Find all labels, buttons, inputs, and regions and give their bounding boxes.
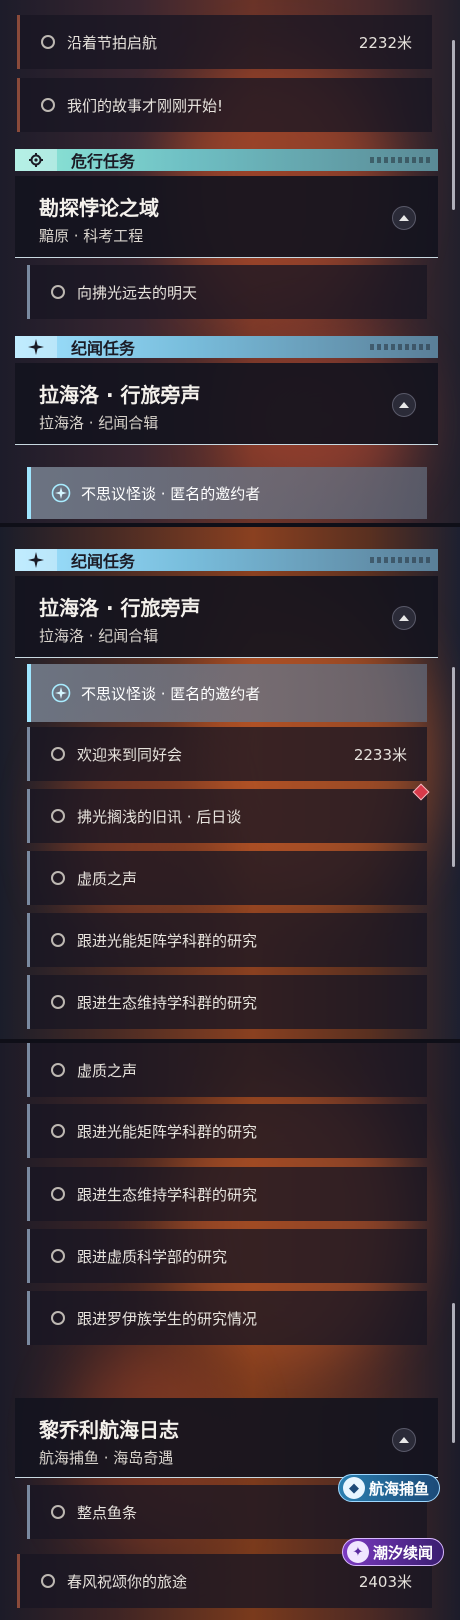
quest-step-row[interactable]: 虚质之声: [27, 851, 427, 905]
scrollbar[interactable]: [452, 1303, 455, 1443]
circle-icon: [51, 747, 65, 761]
category-label: 纪闻任务: [71, 339, 136, 358]
quest-step-label: 整点鱼条: [77, 1503, 138, 1522]
quest-step-label: 跟进生态维持学科群的研究: [77, 993, 258, 1012]
quest-step-row-active[interactable]: 不思议怪谈 · 匿名的邀约者: [27, 664, 427, 722]
quest-step-row[interactable]: 欢迎来到同好会 2233米: [27, 727, 427, 781]
quest-list-panel-1: 沿着节拍启航 2232米 我们的故事才刚刚开始! 危行任务 勘探悖论之域 黯原 …: [0, 0, 460, 523]
quest-header[interactable]: 拉海洛 · 行旅旁声 拉海洛 · 纪闻合辑: [15, 576, 438, 658]
quest-step-row[interactable]: 跟进光能矩阵学科群的研究: [27, 913, 427, 967]
quest-step-row[interactable]: 跟进罗伊族学生的研究情况: [27, 1291, 427, 1345]
decoration-stripes: [370, 157, 430, 163]
circle-icon: [51, 285, 65, 299]
collapse-icon[interactable]: [392, 606, 416, 630]
scrollbar[interactable]: [452, 40, 455, 210]
quest-step-row[interactable]: 跟进光能矩阵学科群的研究: [27, 1104, 427, 1158]
circle-icon: [51, 809, 65, 823]
circle-icon: [41, 1574, 55, 1588]
circle-icon: [51, 871, 65, 885]
tracked-star-icon: [51, 683, 71, 703]
quest-title: 拉海洛 · 行旅旁声: [39, 383, 201, 407]
decoration-stripes: [370, 344, 430, 350]
quest-step-row[interactable]: 虚质之声: [27, 1043, 427, 1097]
quest-step-row[interactable]: 跟进虚质科学部的研究: [27, 1229, 427, 1283]
circle-icon: [51, 1187, 65, 1201]
circle-icon: [51, 1311, 65, 1325]
quest-step-label: 虚质之声: [77, 869, 138, 888]
quest-subtitle: 拉海洛 · 纪闻合辑: [39, 414, 159, 432]
quest-step-row[interactable]: 沿着节拍启航 2232米: [17, 15, 432, 69]
category-header-danger: 危行任务: [15, 149, 438, 171]
circle-icon: [51, 1063, 65, 1077]
decoration-stripes: [370, 557, 430, 563]
scrollbar[interactable]: [452, 667, 455, 867]
circle-icon: [51, 1124, 65, 1138]
quest-header[interactable]: 拉海洛 · 行旅旁声 拉海洛 · 纪闻合辑: [15, 363, 438, 445]
quest-title: 拉海洛 · 行旅旁声: [39, 596, 201, 620]
quest-list-panel-2: 纪闻任务 拉海洛 · 行旅旁声 拉海洛 · 纪闻合辑 不思议怪谈 · 匿名的邀约…: [0, 527, 460, 1039]
collapse-icon[interactable]: [392, 1428, 416, 1452]
quest-step-label: 不思议怪谈 · 匿名的邀约者: [81, 484, 261, 503]
gear-icon: [15, 149, 57, 171]
distance-label: 2233米: [353, 745, 407, 764]
category-label: 纪闻任务: [71, 552, 136, 571]
quest-step-row[interactable]: 我们的故事才刚刚开始!: [17, 78, 432, 132]
distance-label: 2232米: [358, 33, 412, 52]
quest-header[interactable]: 勘探悖论之域 黯原 · 科考工程: [15, 176, 438, 258]
quest-subtitle: 拉海洛 · 纪闻合辑: [39, 627, 159, 645]
quest-subtitle: 航海捕鱼 · 海岛奇遇: [39, 1449, 174, 1467]
quest-step-label: 欢迎来到同好会: [77, 745, 183, 764]
quest-step-label: 沿着节拍启航: [67, 33, 158, 52]
quest-tracker-screen: 沿着节拍启航 2232米 我们的故事才刚刚开始! 危行任务 勘探悖论之域 黯原 …: [0, 0, 460, 1620]
sparkle-icon: [15, 549, 57, 571]
quest-step-label: 跟进光能矩阵学科群的研究: [77, 1122, 258, 1141]
quest-step-label: 跟进罗伊族学生的研究情况: [77, 1309, 258, 1328]
collapse-icon[interactable]: [392, 206, 416, 230]
fishing-tag[interactable]: ◆ 航海捕鱼: [338, 1474, 441, 1502]
tide-tag[interactable]: ✦ 潮汐续闻: [342, 1538, 445, 1566]
quest-header[interactable]: 黎乔利航海日志 航海捕鱼 · 海岛奇遇: [15, 1398, 438, 1478]
sparkle-icon: [15, 336, 57, 358]
quest-subtitle: 黯原 · 科考工程: [39, 227, 144, 245]
circle-icon: [41, 98, 55, 112]
quest-step-label: 春风祝颂你的旅途: [67, 1572, 188, 1591]
circle-icon: [51, 995, 65, 1009]
quest-step-label: 虚质之声: [77, 1061, 138, 1080]
quest-title: 勘探悖论之域: [39, 196, 159, 220]
category-label: 危行任务: [71, 152, 136, 171]
category-header-lore: 纪闻任务: [15, 549, 438, 571]
quest-step-row[interactable]: 跟进生态维持学科群的研究: [27, 975, 427, 1029]
quest-step-row-active[interactable]: 不思议怪谈 · 匿名的邀约者: [27, 467, 427, 519]
wave-icon: ✦: [347, 1541, 369, 1563]
tag-label: 潮汐续闻: [373, 1543, 434, 1562]
collapse-icon[interactable]: [392, 393, 416, 417]
quest-step-label: 向拂光远去的明天: [77, 283, 198, 302]
distance-label: 2403米: [358, 1572, 412, 1591]
circle-icon: [41, 35, 55, 49]
quest-step-label: 跟进虚质科学部的研究: [77, 1247, 228, 1266]
circle-icon: [51, 1249, 65, 1263]
quest-step-label: 我们的故事才刚刚开始!: [67, 96, 224, 115]
fish-icon: ◆: [343, 1477, 365, 1499]
quest-step-row[interactable]: 跟进生态维持学科群的研究: [27, 1167, 427, 1221]
quest-step-row[interactable]: 向拂光远去的明天: [27, 265, 427, 319]
quest-step-label: 跟进光能矩阵学科群的研究: [77, 931, 258, 950]
quest-list-panel-3: 虚质之声 跟进光能矩阵学科群的研究 跟进生态维持学科群的研究 跟进虚质科学部的研…: [0, 1043, 460, 1620]
circle-icon: [51, 1505, 65, 1519]
quest-step-row[interactable]: 拂光搁浅的旧讯 · 后日谈: [27, 789, 427, 843]
tag-label: 航海捕鱼: [369, 1479, 430, 1498]
quest-step-label: 拂光搁浅的旧讯 · 后日谈: [77, 807, 242, 826]
quest-step-label: 不思议怪谈 · 匿名的邀约者: [81, 684, 261, 703]
tracked-star-icon: [51, 483, 71, 503]
category-header-lore: 纪闻任务: [15, 336, 438, 358]
quest-title: 黎乔利航海日志: [39, 1418, 179, 1442]
quest-step-label: 跟进生态维持学科群的研究: [77, 1185, 258, 1204]
circle-icon: [51, 933, 65, 947]
